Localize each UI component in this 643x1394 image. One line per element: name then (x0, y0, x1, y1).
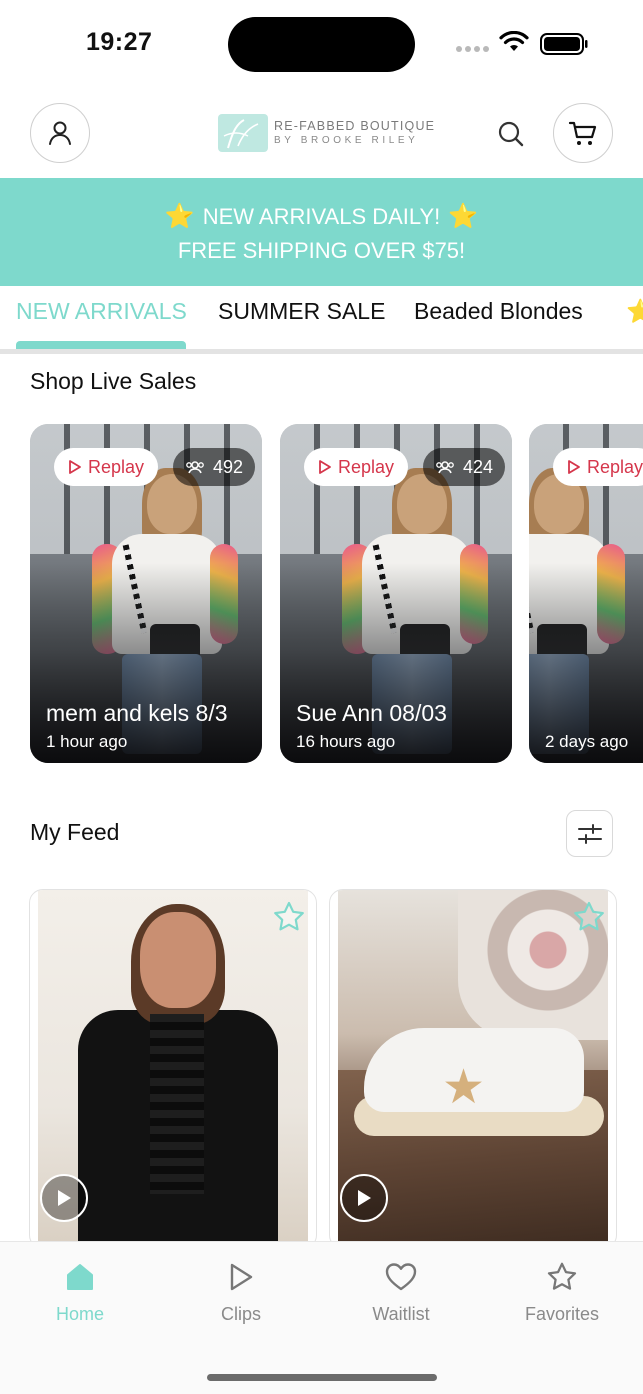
nav-home[interactable]: Home (20, 1260, 140, 1325)
live-sales-title: Shop Live Sales (30, 368, 197, 394)
battery-icon (540, 33, 588, 55)
viewers-icon (436, 461, 454, 474)
play-outline-icon (319, 460, 331, 474)
banner-subline: FREE SHIPPING OVER $75! (177, 238, 466, 263)
favorite-star-icon[interactable] (572, 900, 606, 934)
replay-label: Replay (88, 456, 145, 477)
app-header: RE-FABBED BOUTIQUE BY BROOKE RILEY (0, 100, 643, 178)
star-emoji-icon: ⭐ (448, 203, 479, 230)
viewer-count-badge: 424 (423, 448, 506, 486)
search-icon (498, 121, 524, 147)
nav-clips-label: Clips (220, 1304, 261, 1324)
viewer-count-badge: 492 (173, 448, 256, 486)
live-sale-card[interactable]: Replay 424 Sue Ann 08/03 16 hours ago (280, 424, 512, 763)
home-icon (67, 1264, 93, 1290)
wifi-icon (499, 31, 529, 51)
user-icon (49, 121, 71, 145)
brand-logo[interactable]: RE-FABBED BOUTIQUE BY BROOKE RILEY (218, 114, 435, 152)
active-tab-indicator (16, 341, 186, 349)
nav-home-label: Home (55, 1304, 104, 1324)
cart-button[interactable] (553, 103, 613, 163)
nav-favorites[interactable]: Favorites (502, 1260, 622, 1325)
live-sale-name: Sue Ann 08/03 (296, 700, 447, 726)
sliders-icon (577, 823, 602, 844)
home-indicator (207, 1374, 437, 1381)
star-outline-icon (547, 1262, 577, 1290)
viewers-icon (186, 461, 204, 474)
replay-badge[interactable]: Replay (553, 448, 643, 486)
account-button[interactable] (30, 103, 90, 163)
logo-subtitle: BY BROOKE RILEY (274, 135, 419, 147)
feed-item[interactable] (29, 889, 317, 1249)
nav-favorites-label: Favorites (524, 1304, 600, 1324)
search-button[interactable] (494, 117, 528, 151)
play-video-button[interactable] (40, 1174, 88, 1222)
live-sale-name: mem and kels 8/3 (46, 700, 228, 726)
tab-beaded-blondes[interactable]: Beaded Blondes (414, 298, 583, 325)
promo-banner[interactable]: ⭐ NEW ARRIVALS DAILY! ⭐ FREE SHIPPING OV… (0, 178, 643, 286)
nav-waitlist-label: Waitlist (372, 1304, 430, 1324)
live-sale-card[interactable]: Replay 492 mem and kels 8/3 1 hour ago (30, 424, 262, 763)
logo-title: RE-FABBED BOUTIQUE (274, 118, 436, 133)
live-sale-time: 1 hour ago (46, 732, 128, 751)
status-time: 19:27 (86, 28, 153, 56)
tab-summer-sale[interactable]: SUMMER SALE (218, 298, 385, 325)
feed-item[interactable]: ★ (329, 889, 617, 1249)
play-outline-icon (230, 1263, 253, 1291)
live-sale-time: 2 days ago (545, 732, 629, 751)
cellular-signal-icon (456, 46, 490, 54)
banner-headline: NEW ARRIVALS DAILY! (202, 203, 441, 229)
bottom-tab-bar: Home Clips Waitlist Favorites (0, 1241, 643, 1394)
feed-filter-button[interactable] (566, 810, 613, 857)
play-video-button[interactable] (340, 1174, 388, 1222)
heart-icon (385, 1263, 417, 1291)
cart-icon (568, 121, 597, 145)
play-outline-icon (69, 460, 81, 474)
replay-label: Replay (338, 456, 395, 477)
live-sale-time: 16 hours ago (296, 732, 396, 751)
live-sale-card[interactable]: Replay 2 days ago (529, 424, 643, 763)
category-tabs: NEW ARRIVALS SUMMER SALE Beaded Blondes … (0, 286, 643, 354)
viewer-count: 424 (463, 456, 494, 477)
status-bar: 19:27 (0, 0, 643, 90)
nav-clips[interactable]: Clips (181, 1260, 301, 1325)
tabs-divider (0, 349, 643, 354)
play-icon (358, 1190, 371, 1206)
favorite-star-icon[interactable] (272, 900, 306, 934)
tab-new-arrivals[interactable]: NEW ARRIVALS (16, 298, 187, 325)
dynamic-island (228, 17, 415, 72)
star-emoji-icon: ⭐ (164, 203, 195, 230)
tab-starred[interactable]: ⭐ (626, 298, 643, 325)
feed-title: My Feed (30, 819, 120, 845)
viewer-count: 492 (213, 456, 244, 477)
play-outline-icon (568, 460, 580, 474)
replay-label: Replay (587, 456, 643, 477)
nav-waitlist[interactable]: Waitlist (341, 1260, 461, 1325)
play-icon (58, 1190, 71, 1206)
replay-badge[interactable]: Replay (304, 448, 409, 486)
logo-mark-icon (218, 114, 268, 152)
replay-badge[interactable]: Replay (54, 448, 159, 486)
